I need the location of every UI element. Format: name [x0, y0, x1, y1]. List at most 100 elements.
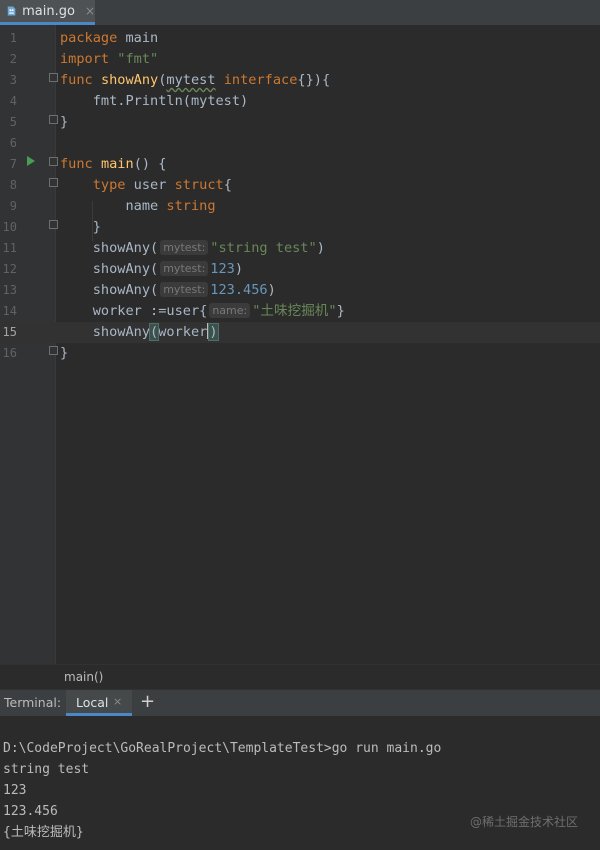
fold-icon[interactable] [49, 157, 58, 166]
code-line[interactable]: 16} [0, 343, 600, 364]
code-token: string [166, 198, 216, 214]
code-token: } [60, 345, 69, 361]
code-line[interactable]: 6 [0, 133, 600, 154]
breadcrumb: main() [0, 664, 600, 690]
line-number: 11 [2, 241, 17, 255]
tab-main-go[interactable]: main.go × [0, 0, 95, 25]
code-line[interactable]: 3 func showAny(mytest interface{}){ [0, 70, 600, 91]
line-number: 13 [2, 283, 17, 297]
code-token: showAny( [60, 282, 159, 298]
code-text: fmt.Println(mytest) [60, 91, 249, 112]
line-number: 3 [9, 73, 17, 87]
fold-icon[interactable] [49, 73, 58, 82]
code-line[interactable]: 10 } [0, 217, 600, 238]
code-token: "string test" [210, 240, 317, 256]
code-token: main [117, 30, 159, 46]
code-token: showAny( [60, 240, 159, 256]
code-token: import [60, 51, 110, 67]
terminal-line: D:\CodeProject\GoRealProject\TemplateTes… [3, 741, 442, 756]
fold-icon[interactable] [49, 178, 58, 187]
code-text: showAny(worker) [60, 322, 219, 343]
code-line[interactable]: 7 func main() { [0, 154, 600, 175]
code-line[interactable]: 14 worker :=user{name: "土味挖掘机"} [0, 301, 600, 322]
line-number: 15 [2, 325, 17, 339]
code-token: func [60, 156, 93, 172]
code-line[interactable]: 4 fmt.Println(mytest) [0, 91, 600, 112]
code-token: showAny [60, 324, 151, 340]
line-number: 2 [9, 52, 17, 66]
line-number: 1 [9, 31, 17, 45]
code-token: "土味挖掘机" [252, 303, 337, 319]
go-file-icon [7, 6, 16, 16]
code-text: worker :=user{name: "土味挖掘机"} [60, 301, 345, 322]
code-token: showAny [100, 72, 159, 88]
terminal-tab-local[interactable]: Local × [66, 690, 132, 716]
line-number: 4 [9, 94, 17, 108]
code-token: 123.456 [210, 282, 268, 298]
code-text: } [60, 217, 101, 238]
code-line[interactable]: 11 showAny(mytest: "string test") [0, 238, 600, 259]
fold-icon[interactable] [49, 346, 58, 355]
terminal-toolbar: Terminal: Local × + [0, 689, 600, 717]
code-token: user [125, 177, 175, 193]
code-token: worker :=user{ [60, 303, 208, 319]
code-line[interactable]: 15 showAny(worker) [0, 322, 600, 343]
indent-guide [92, 201, 93, 241]
code-line[interactable]: 9 name string [0, 196, 600, 217]
code-token: ) [208, 323, 219, 341]
code-text: func showAny(mytest interface{}){ [60, 70, 330, 91]
code-token: fmt.Println(mytest) [60, 93, 249, 109]
code-text: showAny(mytest: 123) [60, 259, 243, 280]
breadcrumb-item-main[interactable]: main() [64, 670, 103, 684]
code-line[interactable]: 12 showAny(mytest: 123) [0, 259, 600, 280]
code-text: name string [60, 196, 216, 217]
run-icon[interactable] [27, 156, 35, 166]
code-token: main [100, 156, 134, 172]
code-text: type user struct{ [60, 175, 232, 196]
line-number: 9 [9, 199, 17, 213]
code-line[interactable]: 5} [0, 112, 600, 133]
line-number: 7 [9, 157, 17, 171]
code-token: struct [174, 177, 224, 193]
terminal-line: 123 [3, 783, 27, 798]
line-number: 12 [2, 262, 17, 276]
fold-icon[interactable] [49, 115, 58, 124]
code-token: func [60, 72, 93, 88]
code-token: { [223, 177, 232, 193]
code-line[interactable]: 1 package main [0, 28, 600, 49]
terminal-line: {土味挖掘机} [3, 825, 84, 840]
code-editor[interactable]: 1 package main 2 import "fmt" 3 func showAny(… [0, 25, 600, 664]
code-text: func main() { [60, 154, 166, 175]
terminal-line: 123.456 [3, 804, 58, 819]
terminal-line: string test [3, 762, 90, 777]
code-text: showAny(mytest: 123.456) [60, 280, 276, 301]
code-token: name [60, 198, 167, 214]
code-token: {}){ [297, 72, 331, 88]
editor-tab-bar: main.go × [0, 0, 600, 26]
new-terminal-tab-button[interactable]: + [140, 691, 155, 712]
code-token: package [60, 30, 118, 46]
line-number: 14 [2, 304, 17, 318]
code-token: "fmt" [109, 51, 159, 67]
code-text: import "fmt" [60, 49, 158, 70]
code-token: } [60, 219, 101, 235]
code-token: ( [149, 323, 160, 341]
fold-icon[interactable] [49, 220, 58, 229]
code-token: type [92, 177, 126, 193]
line-number: 10 [2, 220, 17, 234]
code-token: worker [158, 324, 208, 340]
code-token: interface [223, 72, 298, 88]
line-number: 16 [2, 346, 17, 360]
parameter-hint: mytest: [160, 282, 209, 297]
code-line[interactable]: 13 showAny(mytest: 123.456) [0, 280, 600, 301]
code-token: () { [133, 156, 167, 172]
code-line[interactable]: 2 import "fmt" [0, 49, 600, 70]
code-line[interactable]: 8 type user struct{ [0, 175, 600, 196]
terminal-tab-close-icon[interactable]: × [113, 695, 122, 708]
tab-close-icon[interactable]: × [85, 4, 95, 18]
code-text: package main [60, 28, 158, 49]
parameter-hint: mytest: [160, 261, 209, 276]
